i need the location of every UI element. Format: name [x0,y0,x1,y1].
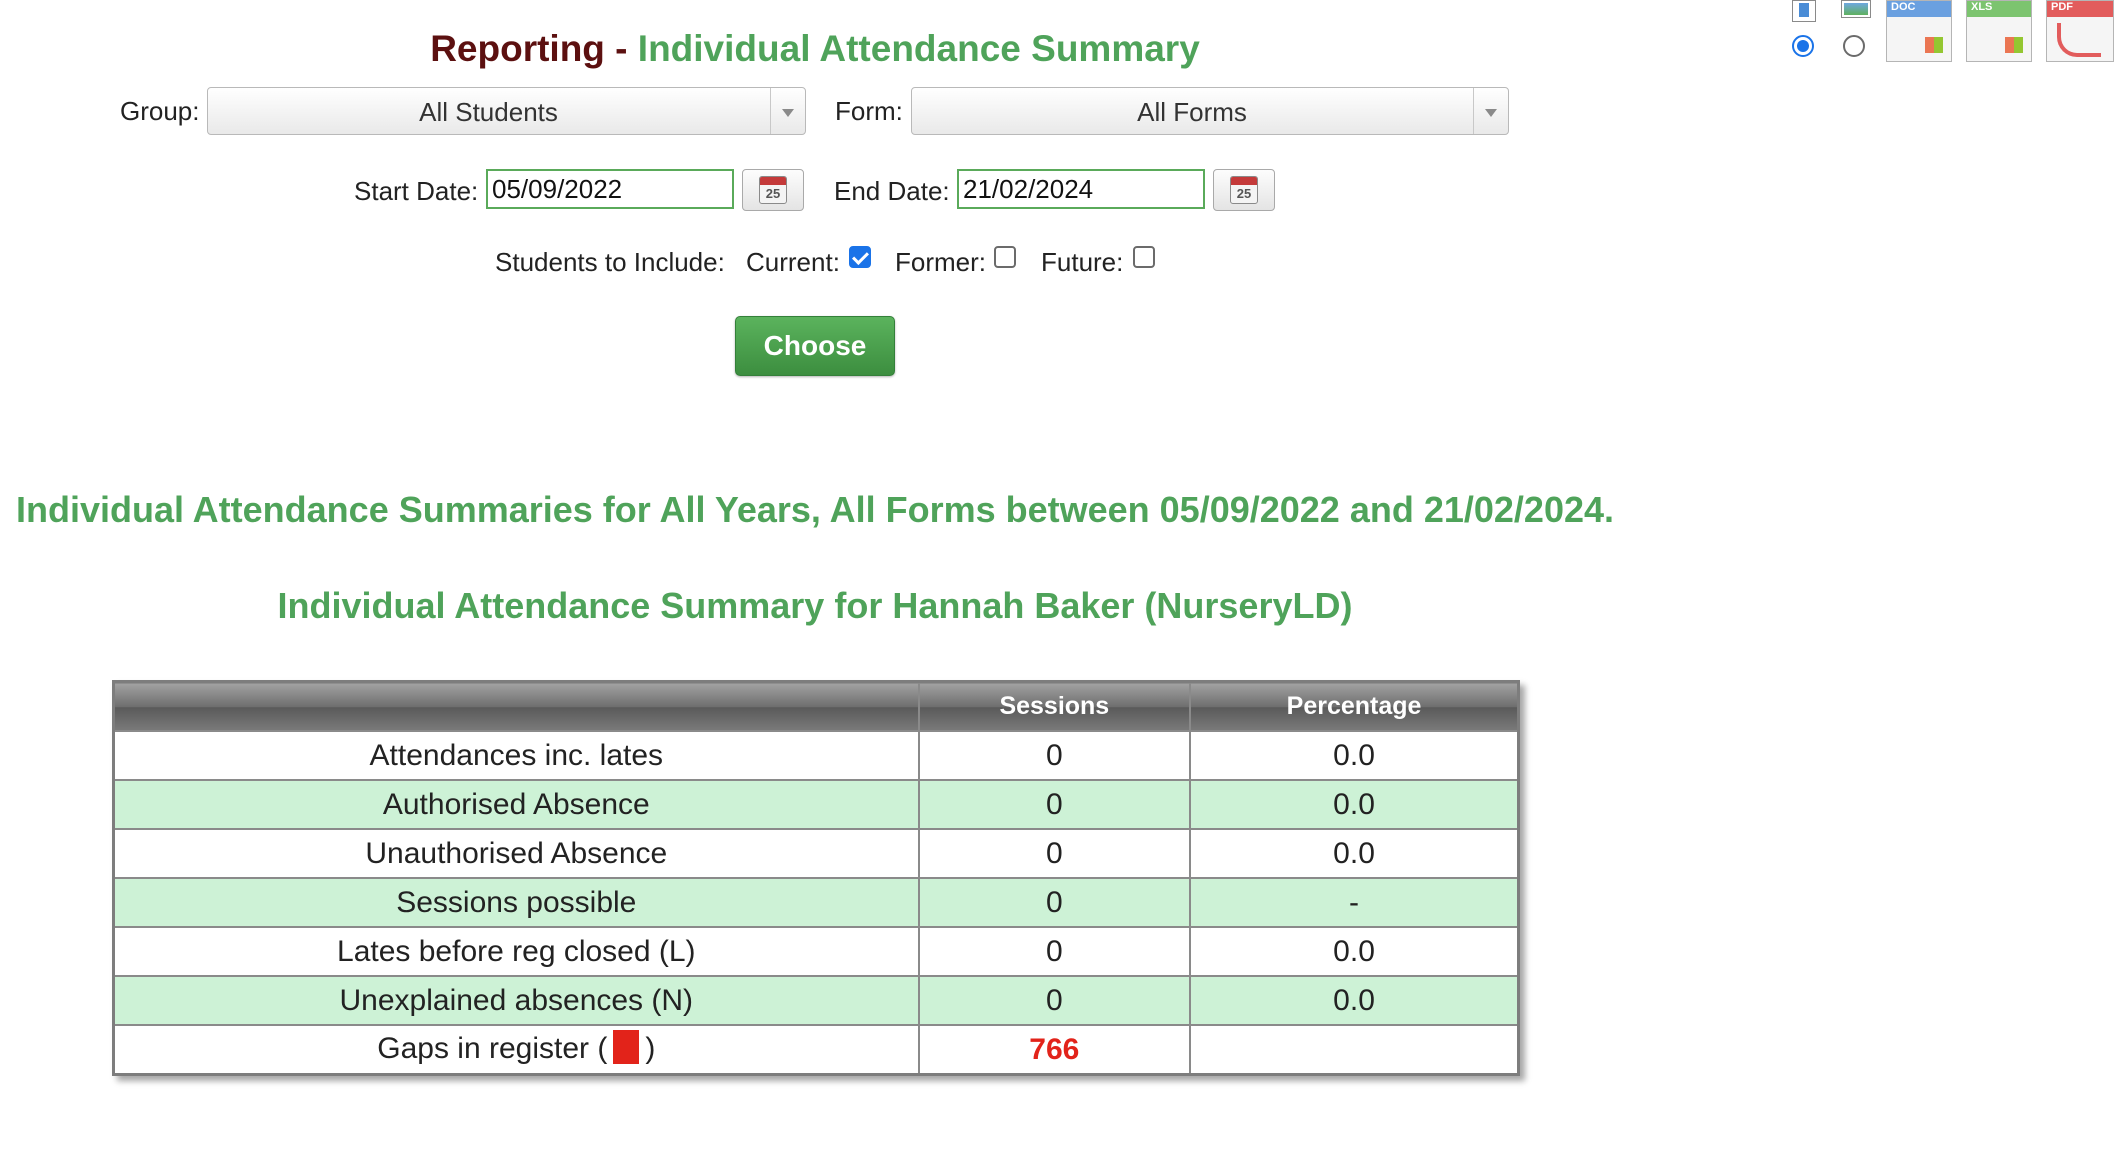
column-header-percentage: Percentage [1189,680,1520,732]
start-date-input[interactable] [486,169,734,209]
row-sessions: 0 [917,975,1192,1026]
row-percentage: - [1189,877,1520,928]
portrait-radio[interactable] [1792,35,1814,57]
row-percentage: 0.0 [1189,926,1520,977]
table-header-row: Sessions Percentage [112,680,1520,732]
column-header-sessions: Sessions [917,680,1192,732]
current-checkbox[interactable] [849,246,871,268]
group-select[interactable]: All Students [207,87,806,135]
row-sessions: 0 [917,828,1192,879]
chevron-down-icon [770,88,805,134]
include-label: Students to Include: [495,247,725,277]
row-label: Unauthorised Absence [112,828,920,879]
report-subheading: Individual Attendance Summary for Hannah… [277,585,1353,626]
current-label: Current: [746,247,840,277]
form-label: Form: [835,96,903,126]
end-date-label: End Date: [834,176,950,206]
future-checkbox[interactable] [1133,246,1155,268]
start-date-calendar-button[interactable]: 25 [742,169,804,211]
row-label: Sessions possible [112,877,920,928]
gaps-sessions: 766 [917,1024,1192,1076]
former-label: Former: [895,247,986,277]
row-label: Attendances inc. lates [112,730,920,781]
row-percentage: 0.0 [1189,828,1520,879]
row-label: Lates before reg closed (L) [112,926,920,977]
page-title: Reporting - Individual Attendance Summar… [0,28,1630,70]
chevron-down-icon [1473,88,1508,134]
choose-button[interactable]: Choose [735,316,895,376]
row-sessions: 0 [917,877,1192,928]
column-header [112,680,920,732]
row-label: Authorised Absence [112,779,920,830]
form-select[interactable]: All Forms [911,87,1509,135]
table-row: Authorised Absence 0 0.0 [112,779,1520,830]
gap-color-swatch [613,1030,640,1065]
gaps-label-after: ) [645,1031,656,1065]
portrait-icon [1792,0,1816,22]
future-label: Future: [1041,247,1124,277]
doc-icon[interactable]: DOC [1886,0,1952,62]
table-row: Sessions possible 0 - [112,877,1520,928]
row-percentage: 0.0 [1189,975,1520,1026]
row-percentage: 0.0 [1189,779,1520,830]
table-row-gaps: Gaps in register () 766 [112,1024,1520,1076]
row-label: Gaps in register () [112,1024,920,1076]
table-row: Attendances inc. lates 0 0.0 [112,730,1520,781]
landscape-radio[interactable] [1843,35,1865,57]
former-checkbox[interactable] [994,246,1016,268]
group-select-value: All Students [419,97,558,127]
gaps-label-before: Gaps in register ( [377,1031,608,1065]
pdf-icon[interactable]: PDF [2046,0,2114,62]
group-label: Group: [120,96,200,126]
row-sessions: 0 [917,779,1192,830]
table-row: Unexplained absences (N) 0 0.0 [112,975,1520,1026]
calendar-icon: 25 [759,176,787,204]
landscape-icon [1841,0,1871,18]
table-row: Unauthorised Absence 0 0.0 [112,828,1520,879]
end-date-calendar-button[interactable]: 25 [1213,169,1275,211]
row-sessions: 0 [917,926,1192,977]
report-heading: Individual Attendance Summaries for All … [16,489,1615,530]
row-label: Unexplained absences (N) [112,975,920,1026]
title-main: Individual Attendance Summary [637,28,1200,69]
gaps-percentage [1189,1024,1520,1076]
end-date-input[interactable] [957,169,1205,209]
row-percentage: 0.0 [1189,730,1520,781]
attendance-table: Sessions Percentage Attendances inc. lat… [112,680,1520,1076]
start-date-label: Start Date: [354,176,479,206]
xls-icon[interactable]: XLS [1966,0,2032,62]
calendar-icon: 25 [1230,176,1258,204]
form-select-value: All Forms [1137,97,1247,127]
title-prefix: Reporting - [430,28,628,69]
table-row: Lates before reg closed (L) 0 0.0 [112,926,1520,977]
row-sessions: 0 [917,730,1192,781]
